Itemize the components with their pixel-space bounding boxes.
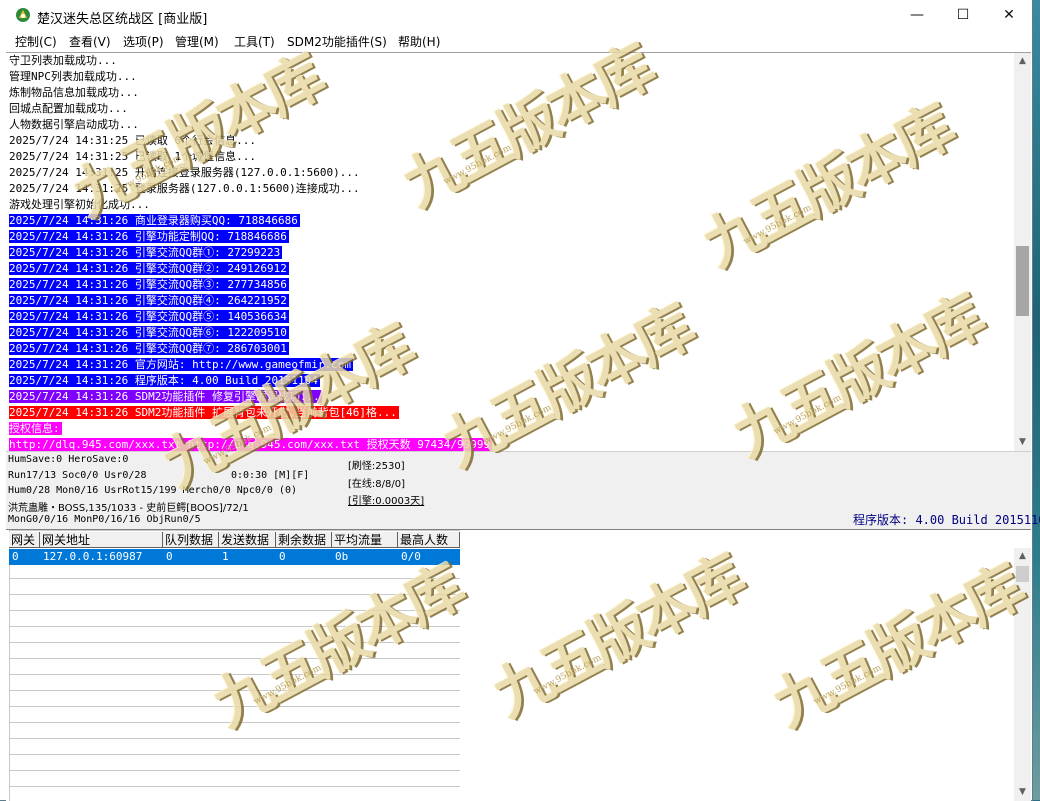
log-line: 管理NPC列表加载成功... (9, 69, 492, 85)
cell-send: 1 (222, 550, 229, 563)
log-line-text: 管理NPC列表加载成功... (9, 70, 137, 83)
log-line: 2025/7/24 14:31:25 已读取 0个行会信息... (9, 133, 492, 149)
log-line-text: 2025/7/24 14:31:25 已读取 0个行会信息... (9, 134, 256, 147)
status-line-1: HumSave:0 HeroSave:0 (8, 454, 129, 465)
log-line-text: 游戏处理引擎初始化成功... (9, 198, 150, 211)
log-line-text: 2025/7/24 14:31:26 程序版本: 4.00 Build 2015… (9, 374, 320, 387)
log-line: 2025/7/24 14:31:25 开始连接登录服务器(127.0.0.1:5… (9, 165, 492, 181)
status-line-5: MonG0/0/16 MonP0/16/16 ObjRun0/5 (8, 514, 201, 525)
close-button[interactable]: ✕ (986, 0, 1032, 31)
log-line: 2025/7/24 14:31:25 登录服务器(127.0.0.1:5600)… (9, 181, 492, 197)
log-line: 2025/7/24 14:31:26 引擎交流QQ群⑦: 286703001 (9, 341, 492, 357)
log-line: 2025/7/24 14:31:26 引擎交流QQ群②: 249126912 (9, 261, 492, 277)
status-timer: 0:0:30 [M][F] (231, 470, 310, 481)
log-line: 2025/7/24 14:31:26 程序版本: 4.00 Build 2015… (9, 373, 492, 389)
status-line-2: Run17/13 Soc0/0 Usr0/28 (8, 470, 147, 481)
log-line-text: 2025/7/24 14:31:26 官方网站: http://www.game… (9, 358, 354, 371)
cell-gateway: 0 (12, 550, 19, 563)
scrollbar-thumb[interactable] (1016, 246, 1029, 316)
table-scrollbar[interactable]: ▲ ▼ (1014, 548, 1031, 801)
log-line: 2025/7/24 14:31:26 官方网站: http://www.game… (9, 357, 492, 373)
menu-options[interactable]: 选项(P) (123, 33, 164, 50)
log-line-text: 人物数据引擎启动成功... (9, 118, 139, 131)
status-panel: HumSave:0 HeroSave:0 Run17/13 Soc0/0 Usr… (6, 451, 1040, 529)
log-line-text: 回城点配置加载成功... (9, 102, 128, 115)
log-line-text: 2025/7/24 14:31:26 引擎交流QQ群⑥: 122209510 (9, 326, 289, 339)
maximize-button[interactable]: ☐ (940, 0, 986, 31)
gateway-grid[interactable]: 网关 网关地址 队列数据 发送数据 剩余数据 平均流量 最高人数 0 127.0… (9, 530, 460, 801)
status-engine: [引擎:0.0003天] (348, 496, 425, 507)
log-line: 2025/7/24 14:31:26 引擎交流QQ群⑤: 140536634 (9, 309, 492, 325)
log-line-text: 2025/7/24 14:31:26 SDM2功能插件 扩展背包未开启,当前背包… (9, 406, 399, 419)
cell-max-users: 0/0 (401, 550, 421, 563)
log-line-text: 2025/7/24 14:31:26 引擎交流QQ群①: 27299223 (9, 246, 283, 259)
log-line-text: 授权信息: (9, 422, 62, 435)
title-bar: 楚汉迷失总区统战区 [商业版] — ☐ ✕ (0, 0, 1032, 31)
log-line: 人物数据引擎启动成功... (9, 117, 492, 133)
log-line-text: 2025/7/24 14:31:26 引擎交流QQ群②: 249126912 (9, 262, 289, 275)
col-queue-data[interactable]: 队列数据 (163, 532, 219, 548)
cell-queue: 0 (166, 550, 173, 563)
menu-sdm2-plugin[interactable]: SDM2功能插件(S) (287, 33, 387, 50)
col-max-users[interactable]: 最高人数 (398, 532, 460, 548)
log-line: 2025/7/24 14:31:26 引擎交流QQ群③: 277734856 (9, 277, 492, 293)
log-line-text: 2025/7/24 14:31:26 引擎交流QQ群⑤: 140536634 (9, 310, 289, 323)
log-line-text: 2025/7/24 14:31:26 引擎功能定制QQ: 718846686 (9, 230, 289, 243)
col-send-data[interactable]: 发送数据 (219, 532, 276, 548)
menu-control[interactable]: 控制(C) (15, 33, 57, 50)
log-line: 炼制物品信息加载成功... (9, 85, 492, 101)
log-line: 2025/7/24 14:31:26 SDM2功能插件 修复引擎漏洞成功... (9, 389, 492, 405)
table-scroll-down-icon[interactable]: ▼ (1014, 784, 1031, 801)
log-line-text: 炼制物品信息加载成功... (9, 86, 139, 99)
table-scroll-up-icon[interactable]: ▲ (1014, 548, 1031, 565)
log-line: 2025/7/24 14:31:26 商业登录器购买QQ: 718846686 (9, 213, 492, 229)
log-line-text: 2025/7/24 14:31:26 引擎交流QQ群③: 277734856 (9, 278, 289, 291)
menu-view[interactable]: 查看(V) (69, 33, 111, 50)
status-line-3: Hum0/28 Mon0/16 UsrRot15/199 Merch0/0 Np… (8, 485, 297, 496)
version-label: 程序版本: 4.00 Build 20151104 (853, 513, 1040, 527)
log-line-text: 2025/7/24 14:31:26 SDM2功能插件 修复引擎漏洞成功... (9, 390, 322, 403)
log-line: 2025/7/24 14:31:26 引擎交流QQ群④: 264221952 (9, 293, 492, 309)
log-line-text: 2025/7/24 14:31:26 引擎交流QQ群⑦: 286703001 (9, 342, 289, 355)
log-line-text: 2025/7/24 14:31:25 已读取 1个城堡信息... (9, 150, 256, 163)
status-spawn: [刷怪:2530] (348, 461, 405, 472)
log-line: 2025/7/24 14:31:26 引擎交流QQ群①: 27299223 (9, 245, 492, 261)
col-avg-flow[interactable]: 平均流量 (332, 532, 398, 548)
cell-avg-flow: 0b (335, 550, 349, 563)
log-line: 回城点配置加载成功... (9, 101, 492, 117)
status-online: [在线:8/8/0] (348, 479, 405, 490)
log-line-text: 2025/7/24 14:31:25 开始连接登录服务器(127.0.0.1:5… (9, 166, 360, 179)
log-scrollbar[interactable]: ▲ ▼ (1014, 53, 1031, 451)
log-line: 2025/7/24 14:31:26 SDM2功能插件 扩展背包未开启,当前背包… (9, 405, 492, 421)
scroll-up-icon[interactable]: ▲ (1014, 53, 1031, 70)
col-gateway-address[interactable]: 网关地址 (40, 532, 163, 548)
cell-remain: 0 (279, 550, 286, 563)
table-scrollbar-thumb[interactable] (1016, 566, 1029, 582)
log-line-text: 守卫列表加载成功... (9, 54, 117, 67)
col-gateway[interactable]: 网关 (9, 532, 40, 548)
app-icon (16, 8, 30, 22)
main-window: 楚汉迷失总区统战区 [商业版] — ☐ ✕ 控制(C) 查看(V) 选项(P) … (0, 0, 1040, 801)
scroll-down-icon[interactable]: ▼ (1014, 434, 1031, 451)
menu-help[interactable]: 帮助(H) (398, 33, 440, 50)
log-line: 游戏处理引擎初始化成功... (9, 197, 492, 213)
log-line-text: 2025/7/24 14:31:26 引擎交流QQ群④: 264221952 (9, 294, 289, 307)
cell-address: 127.0.0.1:60987 (43, 550, 143, 563)
log-line: 2025/7/24 14:31:26 引擎交流QQ群⑥: 122209510 (9, 325, 492, 341)
menu-bar: 控制(C) 查看(V) 选项(P) 管理(M) 工具(T) SDM2功能插件(S… (0, 31, 1032, 52)
menu-tools[interactable]: 工具(T) (234, 33, 275, 50)
log-lines: 守卫列表加载成功... 管理NPC列表加载成功... 炼制物品信息加载成功... 回城… (9, 53, 493, 451)
minimize-button[interactable]: — (894, 0, 940, 31)
col-remain-data[interactable]: 剩余数据 (276, 532, 332, 548)
log-line: 2025/7/24 14:31:26 引擎功能定制QQ: 718846686 (9, 229, 492, 245)
menu-manage[interactable]: 管理(M) (175, 33, 219, 50)
log-line-text: 2025/7/24 14:31:25 登录服务器(127.0.0.1:5600)… (9, 182, 360, 195)
log-pane[interactable]: 守卫列表加载成功... 管理NPC列表加载成功... 炼制物品信息加载成功... 回城… (6, 52, 1031, 451)
log-line-text: 2025/7/24 14:31:26 商业登录器购买QQ: 718846686 (9, 214, 300, 227)
log-line: 守卫列表加载成功... (9, 53, 492, 69)
status-line-4: 洪荒蛊雕・BOSS,135/1033 - 史前巨鳄[BOOS]/72/1 (8, 503, 249, 514)
log-line: 2025/7/24 14:31:25 已读取 1个城堡信息... (9, 149, 492, 165)
window-title: 楚汉迷失总区统战区 [商业版] (37, 12, 208, 27)
